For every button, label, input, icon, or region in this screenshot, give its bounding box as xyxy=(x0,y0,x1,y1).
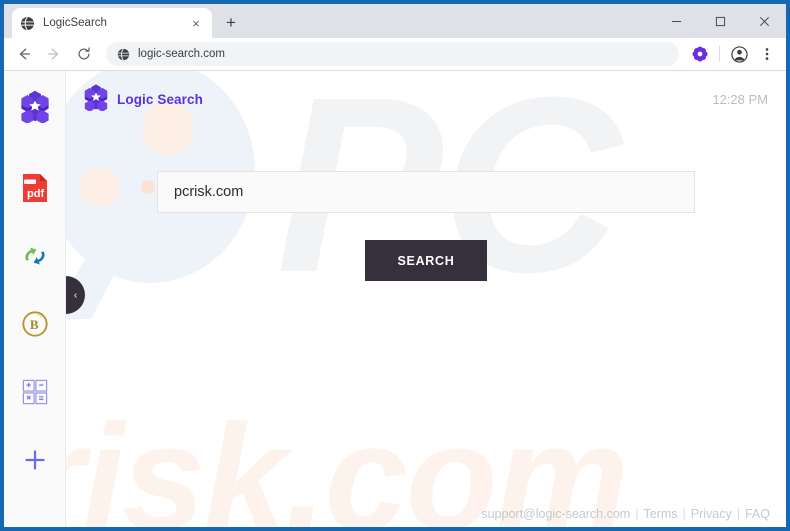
window-controls xyxy=(654,4,786,38)
search-button[interactable]: SEARCH xyxy=(365,240,487,281)
close-button[interactable] xyxy=(742,4,786,38)
footer-link-terms[interactable]: Terms xyxy=(643,507,677,521)
footer-separator: | xyxy=(736,507,740,521)
tab-strip: LogicSearch × + xyxy=(4,4,786,38)
brand-name: Logic Search xyxy=(117,91,203,107)
brand-logo[interactable]: Logic Search xyxy=(82,83,203,116)
browser-window: LogicSearch × + logic-search.com pdf B ‹… xyxy=(0,0,790,531)
svg-text:B: B xyxy=(29,317,38,332)
sidebar-item-home[interactable] xyxy=(14,87,56,129)
sidebar-item-bitcoin[interactable]: B xyxy=(14,305,56,347)
page-footer: support@logic-search.com | Terms | Priva… xyxy=(481,507,770,521)
maximize-button[interactable] xyxy=(698,4,742,38)
globe-icon xyxy=(116,47,130,61)
page-header: Logic Search 12:28 PM xyxy=(66,71,786,127)
three-dots-menu-icon[interactable] xyxy=(754,41,780,67)
page-viewport: pdf B ‹ PC risk.com Logic Search 12:28 P… xyxy=(4,71,786,527)
pdf-converter-icon: pdf xyxy=(21,172,49,209)
new-tab-button[interactable]: + xyxy=(218,10,244,36)
puzzle-flower-icon[interactable] xyxy=(687,41,713,67)
toolbar-divider xyxy=(719,46,720,62)
search-input[interactable] xyxy=(157,171,695,213)
globe-icon xyxy=(20,16,35,31)
plus-add-icon xyxy=(24,449,46,476)
minimize-button[interactable] xyxy=(654,4,698,38)
clock-display: 12:28 PM xyxy=(712,91,768,107)
reload-button[interactable] xyxy=(70,40,98,68)
sidebar-item-pdf[interactable]: pdf xyxy=(14,169,56,211)
close-icon[interactable]: × xyxy=(188,15,204,31)
hex-cube-logo-icon xyxy=(18,89,52,128)
browser-tab[interactable]: LogicSearch × xyxy=(12,8,212,38)
svg-text:pdf: pdf xyxy=(27,188,44,200)
page-content: PC risk.com Logic Search 12:28 PM pcrisk… xyxy=(66,71,786,527)
bitcoin-icon: B xyxy=(21,310,49,343)
footer-separator: | xyxy=(682,507,686,521)
tab-title: LogicSearch xyxy=(43,17,107,29)
footer-separator: | xyxy=(635,507,639,521)
app-sidebar: pdf B xyxy=(4,71,66,527)
back-button[interactable] xyxy=(10,40,38,68)
support-email-link[interactable]: support@logic-search.com xyxy=(481,507,630,521)
file-converter-arrows-icon xyxy=(20,241,50,276)
hex-cube-logo-icon xyxy=(82,83,110,116)
chevron-left-icon: ‹ xyxy=(73,289,78,301)
calculator-icon xyxy=(22,379,48,410)
browser-toolbar: logic-search.com xyxy=(4,38,786,71)
forward-button[interactable] xyxy=(40,40,68,68)
search-area: SEARCH xyxy=(66,171,786,281)
footer-link-faq[interactable]: FAQ xyxy=(745,507,770,521)
sidebar-item-add[interactable] xyxy=(14,441,56,483)
sidebar-item-calculator[interactable] xyxy=(14,373,56,415)
account-avatar-icon[interactable] xyxy=(726,41,752,67)
address-bar-url: logic-search.com xyxy=(138,48,225,60)
sidebar-item-converter[interactable] xyxy=(14,237,56,279)
footer-link-privacy[interactable]: Privacy xyxy=(691,507,732,521)
address-bar[interactable]: logic-search.com xyxy=(106,42,679,66)
